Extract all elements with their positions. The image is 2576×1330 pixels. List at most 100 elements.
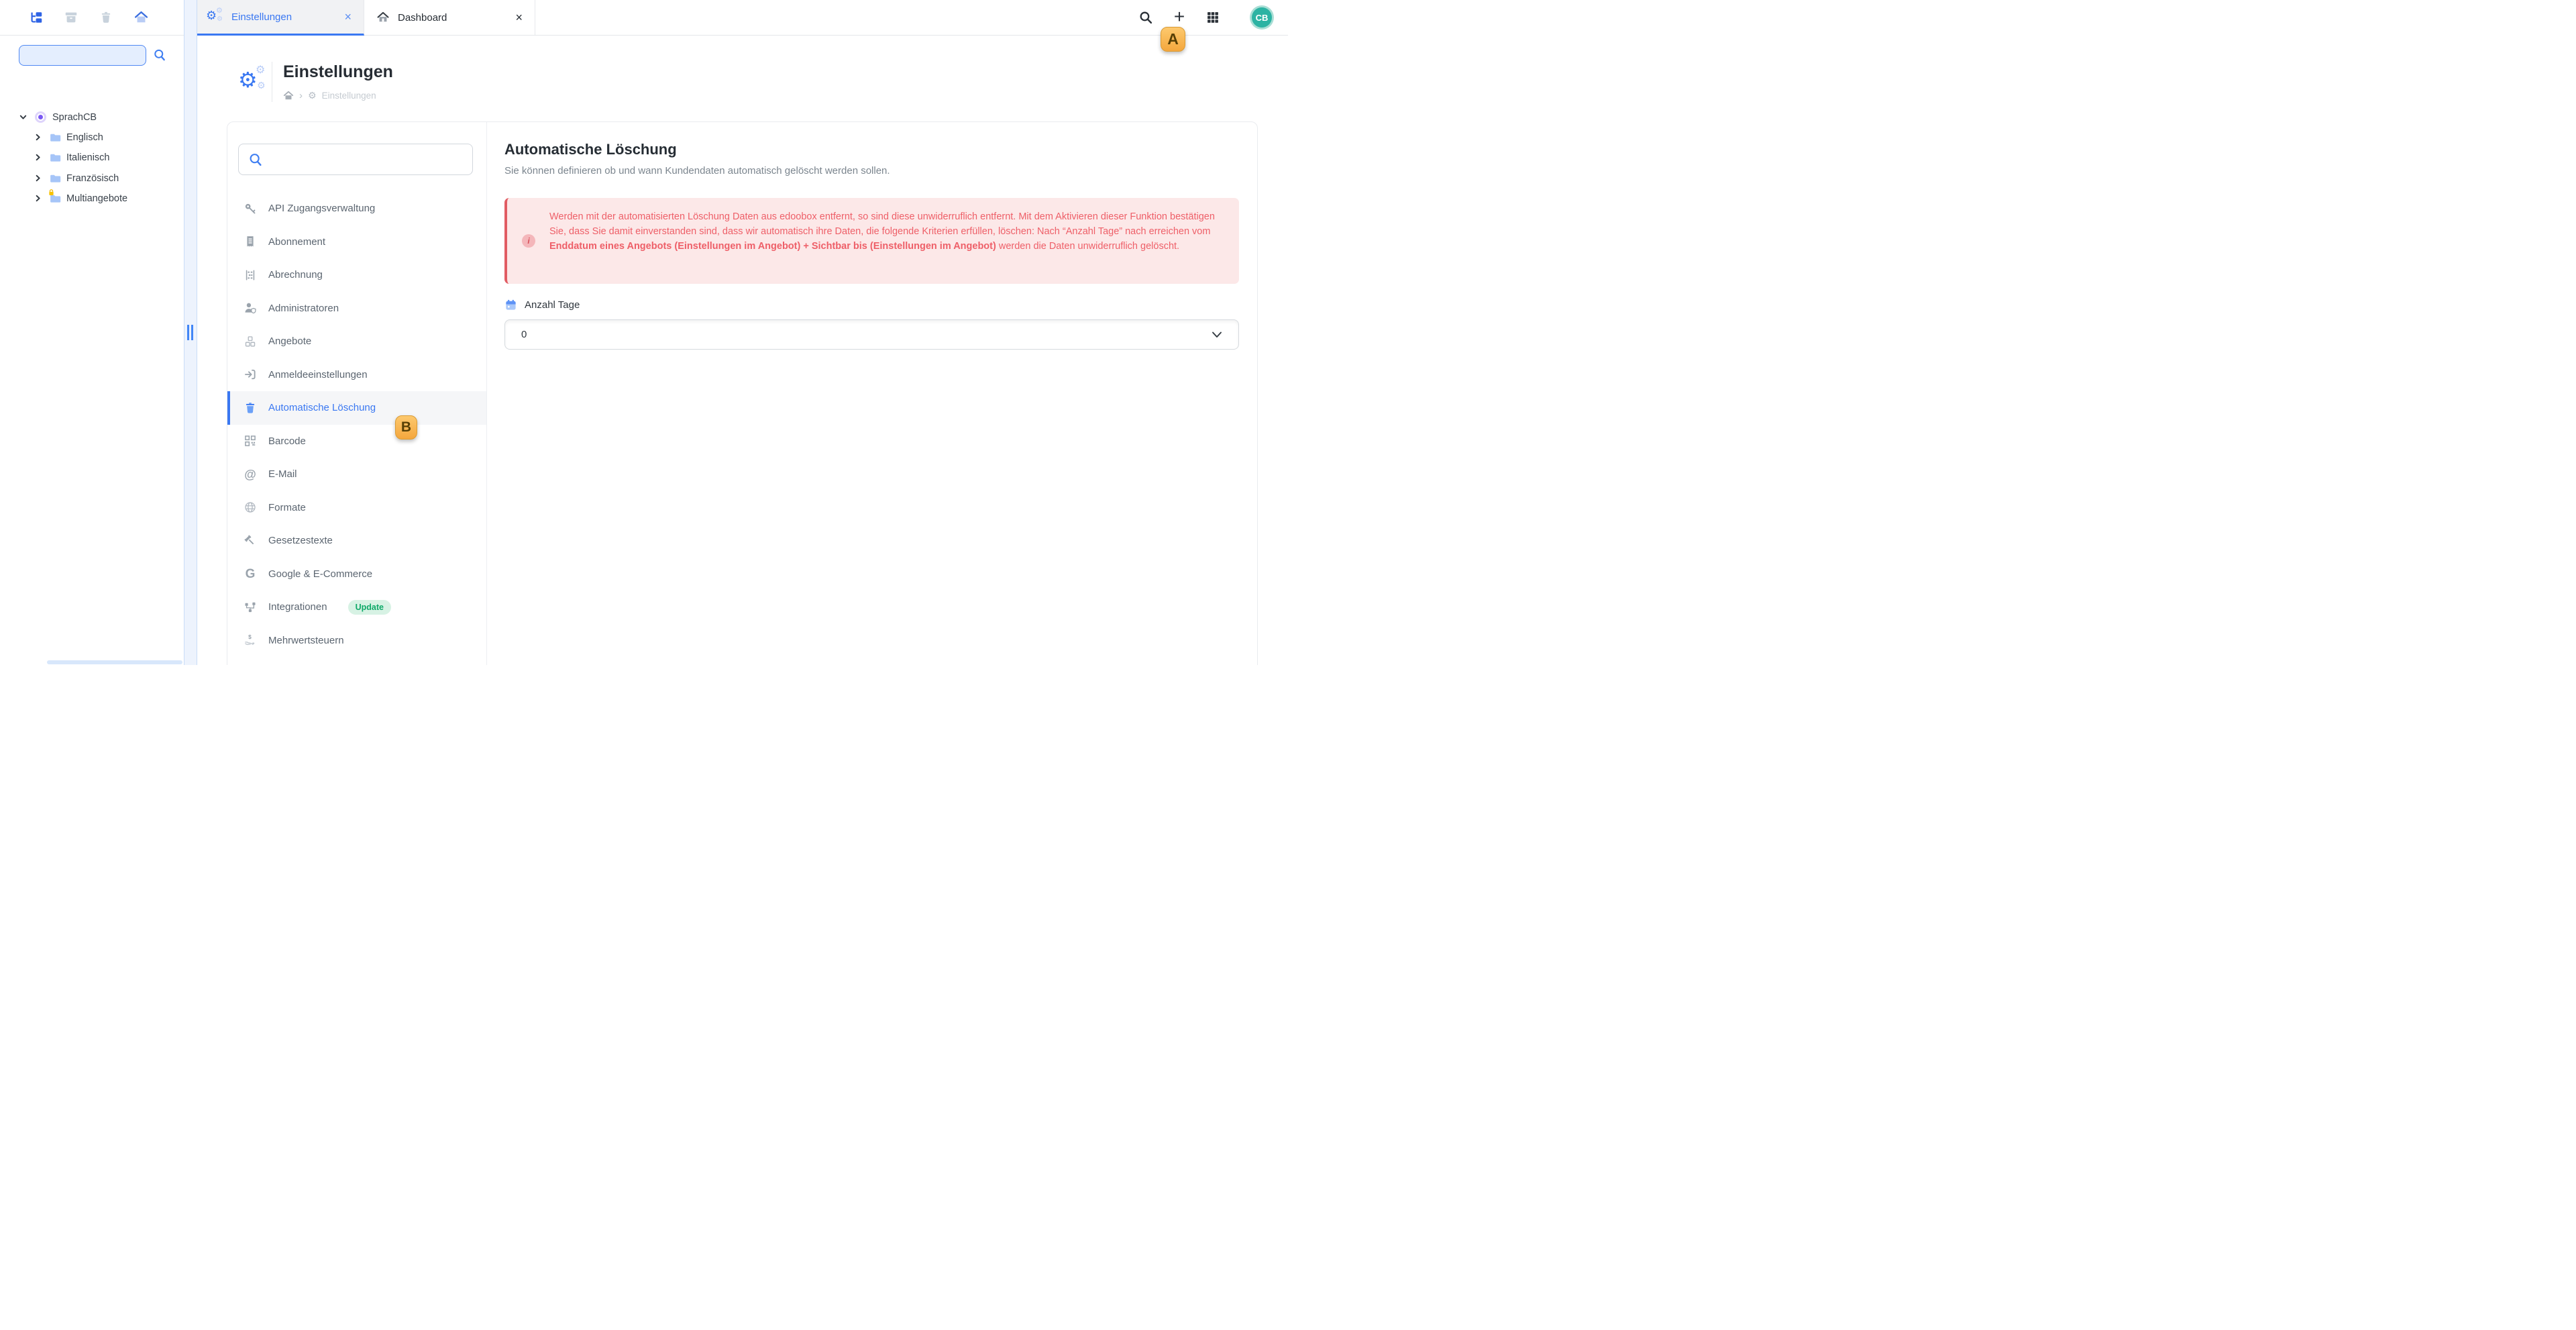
menu-item-label: Google & E-Commerce	[268, 568, 372, 580]
menu-item-label: E-Mail	[268, 468, 297, 480]
menu-item-label: Abonnement	[268, 236, 325, 248]
archive-icon[interactable]	[59, 5, 83, 30]
settings-search-input[interactable]	[238, 144, 473, 175]
at-icon: @	[244, 468, 257, 480]
tree-node-italienisch[interactable]: Italienisch	[0, 148, 184, 166]
chevron-down-icon	[1212, 331, 1222, 339]
add-icon[interactable]: +	[1167, 5, 1191, 30]
avatar[interactable]: CB	[1252, 7, 1272, 28]
tree-node-englisch[interactable]: Englisch	[0, 128, 184, 146]
close-icon[interactable]: ×	[515, 11, 523, 23]
tree-node-label: Französisch	[66, 173, 119, 184]
chevron-right-icon[interactable]	[34, 133, 42, 142]
menu-item-abonnement[interactable]: Abonnement	[227, 225, 486, 259]
topbar-right-actions: + CB	[1124, 0, 1272, 35]
gavel-icon	[244, 534, 257, 548]
tree-node-label: SprachCB	[52, 112, 97, 123]
hint-badge-a[interactable]: A	[1161, 27, 1185, 52]
menu-item-label: Mehrwertsteuern	[268, 635, 344, 646]
gear-icon: ⚙ ⚙ ⚙	[206, 8, 223, 25]
menu-item-label: Angebote	[268, 336, 311, 347]
menu-item-gesetzestexte[interactable]: Gesetzestexte	[227, 524, 486, 558]
breadcrumb-current: Einstellungen	[322, 91, 376, 101]
info-icon: i	[522, 234, 535, 248]
tab-dashboard[interactable]: Dashboard ×	[364, 0, 535, 35]
horizontal-scrollbar[interactable]	[47, 660, 182, 664]
tree-node-label: Englisch	[66, 132, 103, 143]
menu-item-email[interactable]: @ E-Mail	[227, 458, 486, 491]
tree-node-multiangebote[interactable]: Multiangebote	[0, 189, 184, 207]
tree-node-label: Italienisch	[66, 152, 109, 163]
menu-item-abrechnung[interactable]: Abrechnung	[227, 258, 486, 292]
home-icon[interactable]	[283, 91, 294, 101]
tree-node-root[interactable]: SprachCB	[0, 108, 184, 126]
settings-menu-list: API Zugangsverwaltung Abonnement	[227, 192, 486, 657]
receipt-icon	[244, 235, 257, 248]
menu-item-label: Gesetzestexte	[268, 535, 333, 546]
folder-icon	[50, 133, 61, 142]
tab-label: Einstellungen	[231, 11, 292, 23]
folder-locked-icon	[50, 194, 61, 203]
menu-item-mehrwertsteuern[interactable]: $ Mehrwertsteuern	[227, 624, 486, 658]
login-arrow-icon	[244, 368, 257, 381]
trash-icon[interactable]	[94, 5, 118, 30]
section-subheading: Sie können definieren ob und wann Kunden…	[504, 165, 890, 176]
menu-item-anmeldeeinstellungen[interactable]: Anmeldeeinstellungen	[227, 358, 486, 392]
tab-einstellungen[interactable]: ⚙ ⚙ ⚙ Einstellungen ×	[193, 0, 364, 36]
menu-item-automatische-loeschung[interactable]: Automatische Löschung	[227, 391, 486, 425]
home-icon	[376, 11, 390, 24]
svg-text:$: $	[248, 633, 252, 640]
chevron-right-icon[interactable]	[34, 194, 42, 203]
calendar-icon	[504, 299, 517, 311]
menu-item-label: Administratoren	[268, 303, 339, 314]
warning-text: Werden mit der automatisierten Löschung …	[549, 210, 1224, 254]
menu-item-angebote[interactable]: Angebote	[227, 325, 486, 358]
menu-item-label: Anmeldeeinstellungen	[268, 369, 368, 380]
menu-item-google-ecommerce[interactable]: G Google & E-Commerce	[227, 558, 486, 591]
lock-icon	[48, 189, 54, 196]
chevron-down-icon[interactable]	[19, 113, 28, 121]
folder-tree-icon[interactable]	[24, 5, 48, 30]
menu-item-label: Integrationen	[268, 601, 327, 613]
hint-badge-b[interactable]: B	[395, 415, 417, 440]
close-icon[interactable]: ×	[344, 11, 352, 23]
main-area: ⚙ ⚙ ⚙ Einstellungen › ⚙ Einstellungen	[197, 36, 1288, 665]
tree-sidebar: SprachCB Englisch Italienisch	[0, 36, 184, 665]
update-badge: Update	[348, 600, 391, 615]
search-icon[interactable]	[153, 48, 166, 62]
settings-menu: API Zugangsverwaltung Abonnement	[227, 122, 487, 665]
page-title: Einstellungen	[283, 62, 393, 82]
panel-resize-handle[interactable]	[184, 0, 197, 665]
tree-search-input[interactable]	[19, 45, 146, 66]
menu-item-formate[interactable]: Formate	[227, 491, 486, 525]
home-icon[interactable]	[129, 5, 153, 30]
folder-icon	[50, 174, 61, 183]
field-label-row: Anzahl Tage	[504, 299, 580, 311]
menu-item-label: API Zugangsverwaltung	[268, 203, 375, 214]
account-radio-icon	[35, 111, 46, 123]
settings-gears-icon: ⚙ ⚙ ⚙	[238, 66, 269, 96]
select-value: 0	[521, 329, 527, 340]
tree-node-label: Multiangebote	[66, 193, 127, 204]
menu-item-administratoren[interactable]: Administratoren	[227, 292, 486, 325]
menu-item-barcode[interactable]: Barcode	[227, 425, 486, 458]
admin-shield-icon	[244, 301, 257, 315]
field-label: Anzahl Tage	[525, 299, 580, 311]
menu-item-label: Abrechnung	[268, 269, 323, 280]
apps-grid-icon[interactable]	[1201, 5, 1225, 30]
topbar-left-actions	[24, 0, 153, 35]
globe-icon	[244, 501, 257, 514]
settings-card: API Zugangsverwaltung Abonnement	[227, 121, 1258, 665]
breadcrumb: › ⚙ Einstellungen	[283, 90, 376, 101]
tree-node-franzoesisch[interactable]: Französisch	[0, 169, 184, 187]
chevron-right-icon[interactable]	[34, 153, 42, 162]
chevron-right-icon[interactable]	[34, 174, 42, 183]
resize-grip-icon	[187, 325, 193, 340]
google-g-icon: G	[244, 568, 257, 580]
anzahl-tage-select[interactable]: 0	[504, 319, 1239, 350]
menu-item-label: Formate	[268, 502, 306, 513]
menu-item-api-zugangsverwaltung[interactable]: API Zugangsverwaltung	[227, 192, 486, 225]
menu-item-integrationen[interactable]: Integrationen Update	[227, 591, 486, 624]
folder-icon	[50, 153, 61, 162]
search-icon[interactable]	[1134, 5, 1158, 30]
